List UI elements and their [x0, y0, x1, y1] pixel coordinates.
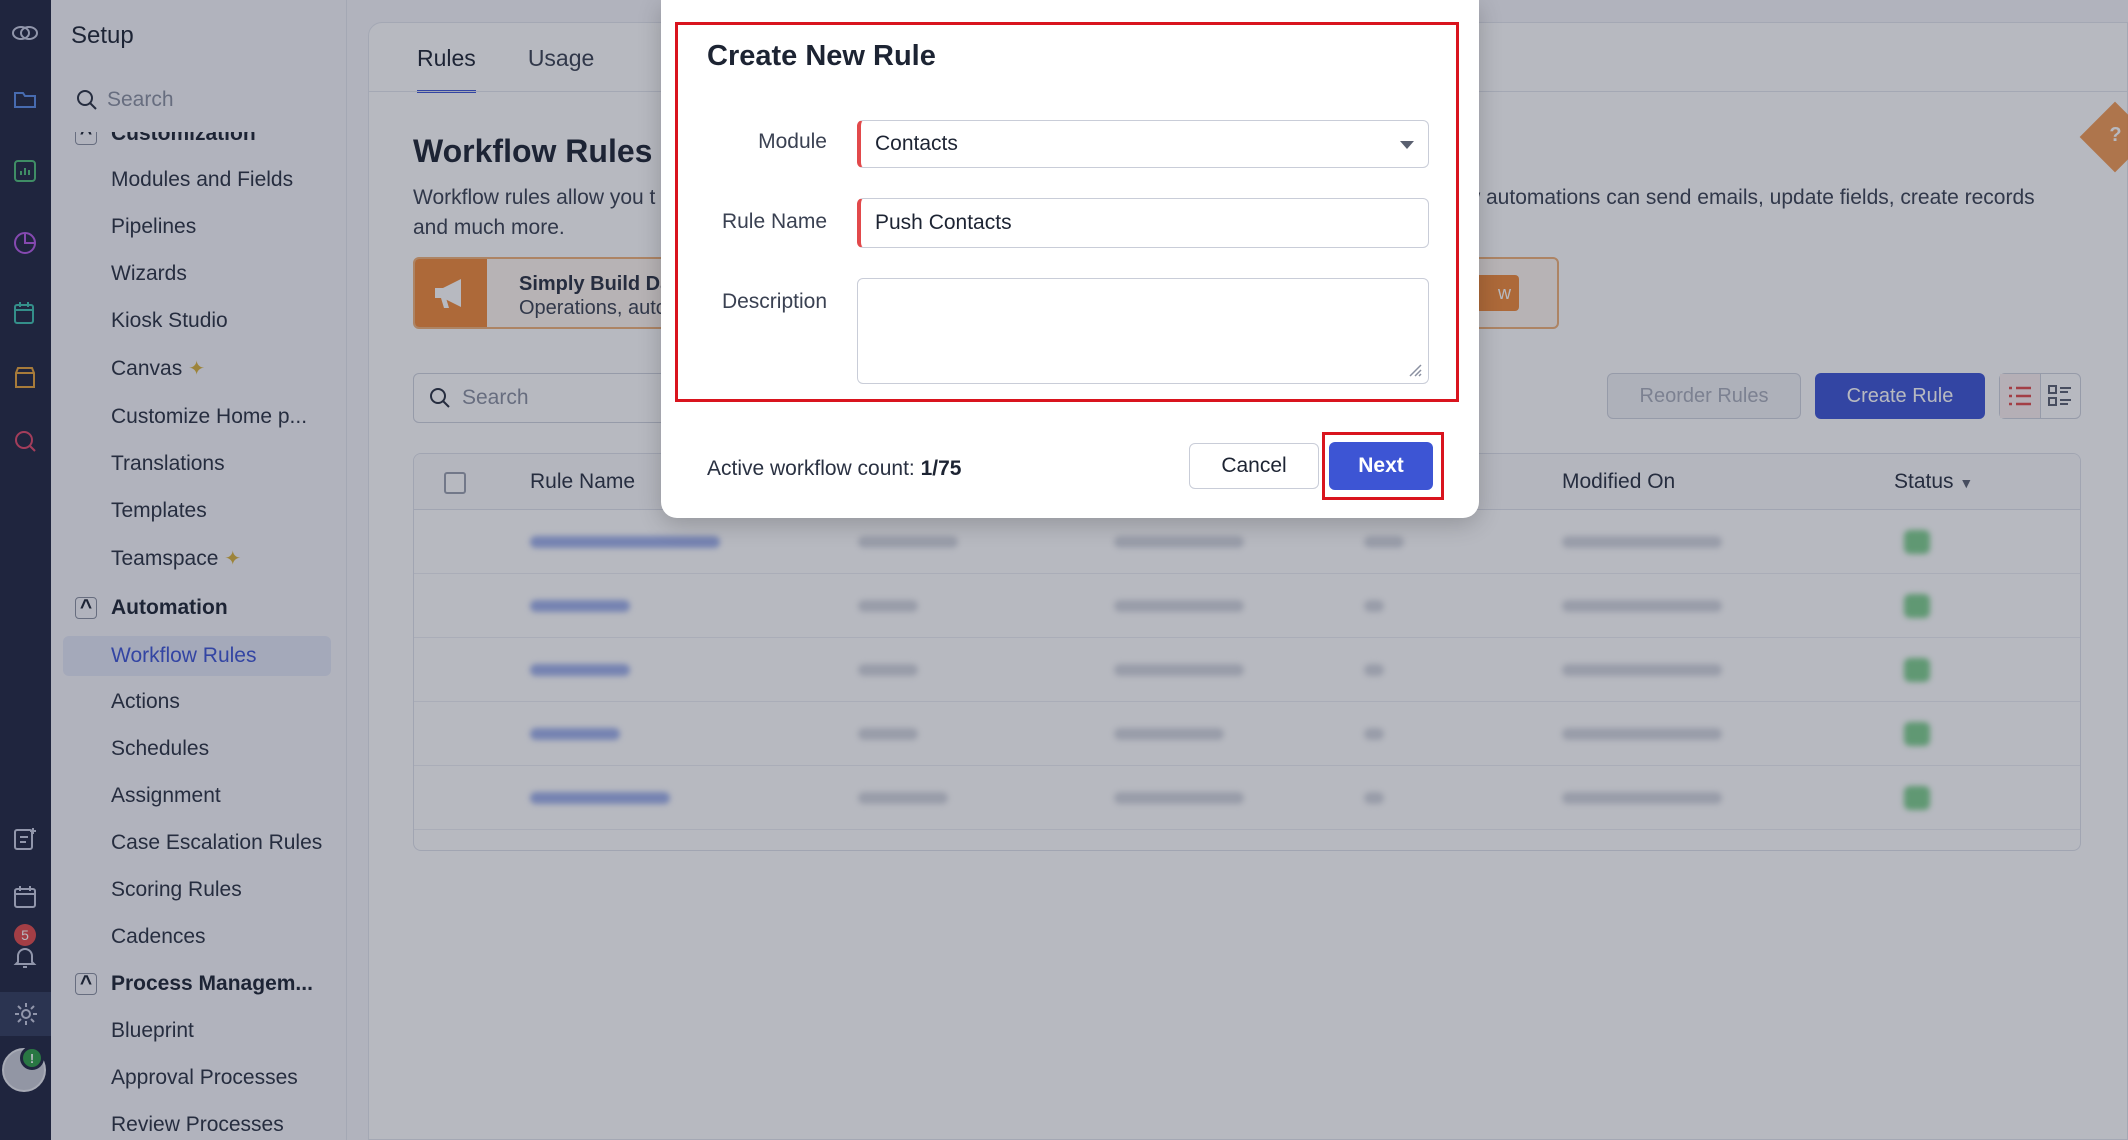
modal-title: Create New Rule — [707, 40, 936, 72]
rule-name-input[interactable]: Push Contacts — [857, 198, 1429, 248]
next-button[interactable]: Next — [1329, 442, 1433, 490]
cancel-button[interactable]: Cancel — [1189, 443, 1319, 489]
description-textarea[interactable] — [857, 278, 1429, 384]
active-workflow-count: Active workflow count: 1/75 — [707, 457, 962, 480]
rule-name-label: Rule Name — [721, 210, 827, 233]
module-label: Module — [758, 130, 827, 153]
description-label: Description — [721, 290, 827, 313]
caret-down-icon — [1400, 141, 1414, 149]
create-rule-modal: Create New Rule Module Contacts Rule Nam… — [661, 0, 1479, 518]
module-select[interactable]: Contacts — [857, 120, 1429, 168]
resize-handle-icon[interactable] — [1406, 361, 1422, 377]
